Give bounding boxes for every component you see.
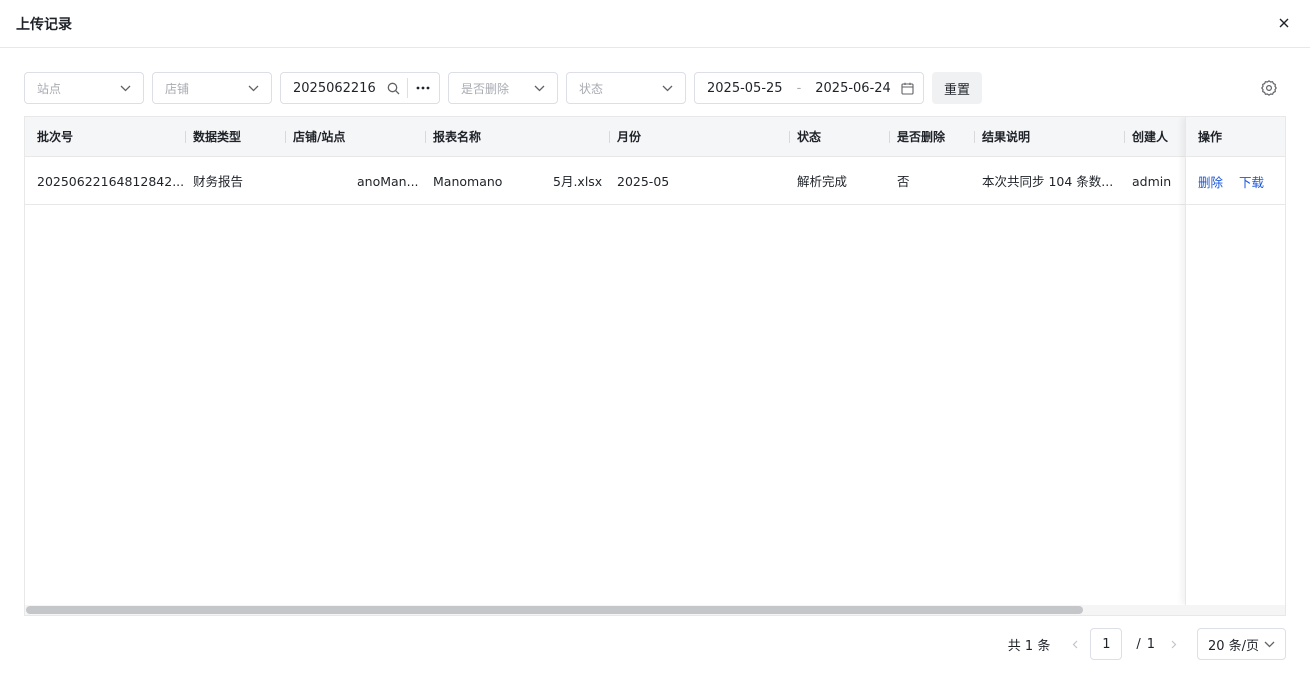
prev-page-button[interactable]	[1064, 628, 1086, 660]
page-size-select[interactable]: 20 条/页	[1197, 628, 1286, 660]
page-slash: /	[1136, 636, 1141, 652]
download-link[interactable]: 下载	[1239, 172, 1264, 191]
search-icon	[387, 82, 399, 94]
deleted-select-placeholder: 是否删除	[461, 81, 510, 96]
next-page-button[interactable]	[1163, 628, 1185, 660]
scrollbar-thumb[interactable]	[26, 606, 1083, 614]
calendar-icon	[901, 82, 914, 95]
status-select[interactable]: 状态	[566, 72, 686, 104]
col-header-batch: 批次号	[37, 130, 74, 144]
chevron-right-icon	[1171, 640, 1177, 648]
chevron-down-icon	[533, 82, 545, 94]
col-header-result: 结果说明	[982, 130, 1031, 144]
col-header-type: 数据类型	[193, 130, 242, 144]
total-pages: 1	[1146, 636, 1155, 652]
col-header-report: 报表名称	[433, 130, 482, 144]
status-select-placeholder: 状态	[579, 81, 604, 96]
action-column: 操作 删除 下载	[1185, 117, 1285, 605]
horizontal-scrollbar[interactable]	[25, 605, 1285, 615]
action-cell: 删除 下载	[1186, 158, 1285, 205]
date-separator: -	[796, 80, 802, 96]
gear-icon	[1261, 80, 1277, 96]
date-start: 2025-05-25	[707, 80, 783, 96]
shop-select-placeholder: 店铺	[165, 81, 190, 96]
col-header-shop: 店铺/站点	[293, 130, 346, 144]
chevron-down-icon	[661, 82, 673, 94]
modal-header: 上传记录	[0, 0, 1310, 48]
date-range-picker[interactable]: 2025-05-25 - 2025-06-24	[694, 72, 924, 104]
col-header-actions: 操作	[1186, 117, 1285, 157]
cell-report-file: 5月.xlsx	[553, 174, 603, 189]
col-header-month: 月份	[617, 130, 642, 144]
cell-batch: 20250622164812842...	[37, 174, 185, 189]
cell-month: 2025-05	[617, 174, 670, 189]
current-page-input[interactable]: 1	[1090, 628, 1123, 660]
modal-title: 上传记录	[16, 17, 72, 33]
delete-link[interactable]: 删除	[1198, 172, 1223, 191]
pagination: 共 1 条 1 / 1 20 条/页	[1008, 628, 1286, 660]
chevron-down-icon	[119, 82, 131, 94]
total-count: 共 1 条	[1007, 638, 1051, 654]
batch-search-box	[280, 72, 440, 104]
cell-status: 解析完成	[797, 174, 848, 189]
filter-bar: 站点 店铺 是否删除 状态 2025-05-25 - 2025-06-24 重置	[24, 72, 1286, 104]
chevron-down-icon	[1264, 641, 1275, 647]
page-size-value: 20 条/页	[1208, 638, 1260, 654]
cell-deleted: 否	[897, 174, 910, 189]
upload-records-table: 批次号 数据类型 店铺/站点 报表名称 月份 状态 是否删除 结果说明 创建人 …	[24, 116, 1286, 616]
col-header-deleted: 是否删除	[897, 130, 946, 144]
shop-select[interactable]: 店铺	[152, 72, 272, 104]
date-end: 2025-06-24	[815, 80, 891, 96]
col-header-status: 状态	[797, 130, 822, 144]
close-button[interactable]	[1274, 13, 1294, 33]
more-options-button[interactable]	[408, 73, 438, 103]
reset-button[interactable]: 重置	[932, 72, 982, 104]
cell-report-name: Manomano	[433, 174, 503, 189]
chevron-left-icon	[1072, 640, 1078, 648]
cell-result: 本次共同步 104 条数...	[982, 174, 1114, 189]
col-header-creator: 创建人	[1132, 130, 1169, 144]
deleted-select[interactable]: 是否删除	[448, 72, 558, 104]
table-header: 批次号 数据类型 店铺/站点 报表名称 月份 状态 是否删除 结果说明 创建人	[25, 117, 1285, 157]
batch-search-input[interactable]	[293, 80, 379, 96]
site-select-placeholder: 站点	[37, 81, 62, 96]
close-icon	[1279, 18, 1289, 28]
cell-type: 财务报告	[193, 174, 244, 189]
site-select[interactable]: 站点	[24, 72, 144, 104]
table-row: 20250622164812842... 财务报告 anoMan... Mano…	[25, 158, 1285, 205]
settings-button[interactable]	[1260, 79, 1278, 97]
cell-shop: anoMan...	[357, 174, 419, 189]
more-dots-icon	[416, 86, 430, 90]
chevron-down-icon	[247, 82, 259, 94]
search-button[interactable]	[379, 73, 407, 103]
cell-creator: admin	[1132, 174, 1172, 189]
